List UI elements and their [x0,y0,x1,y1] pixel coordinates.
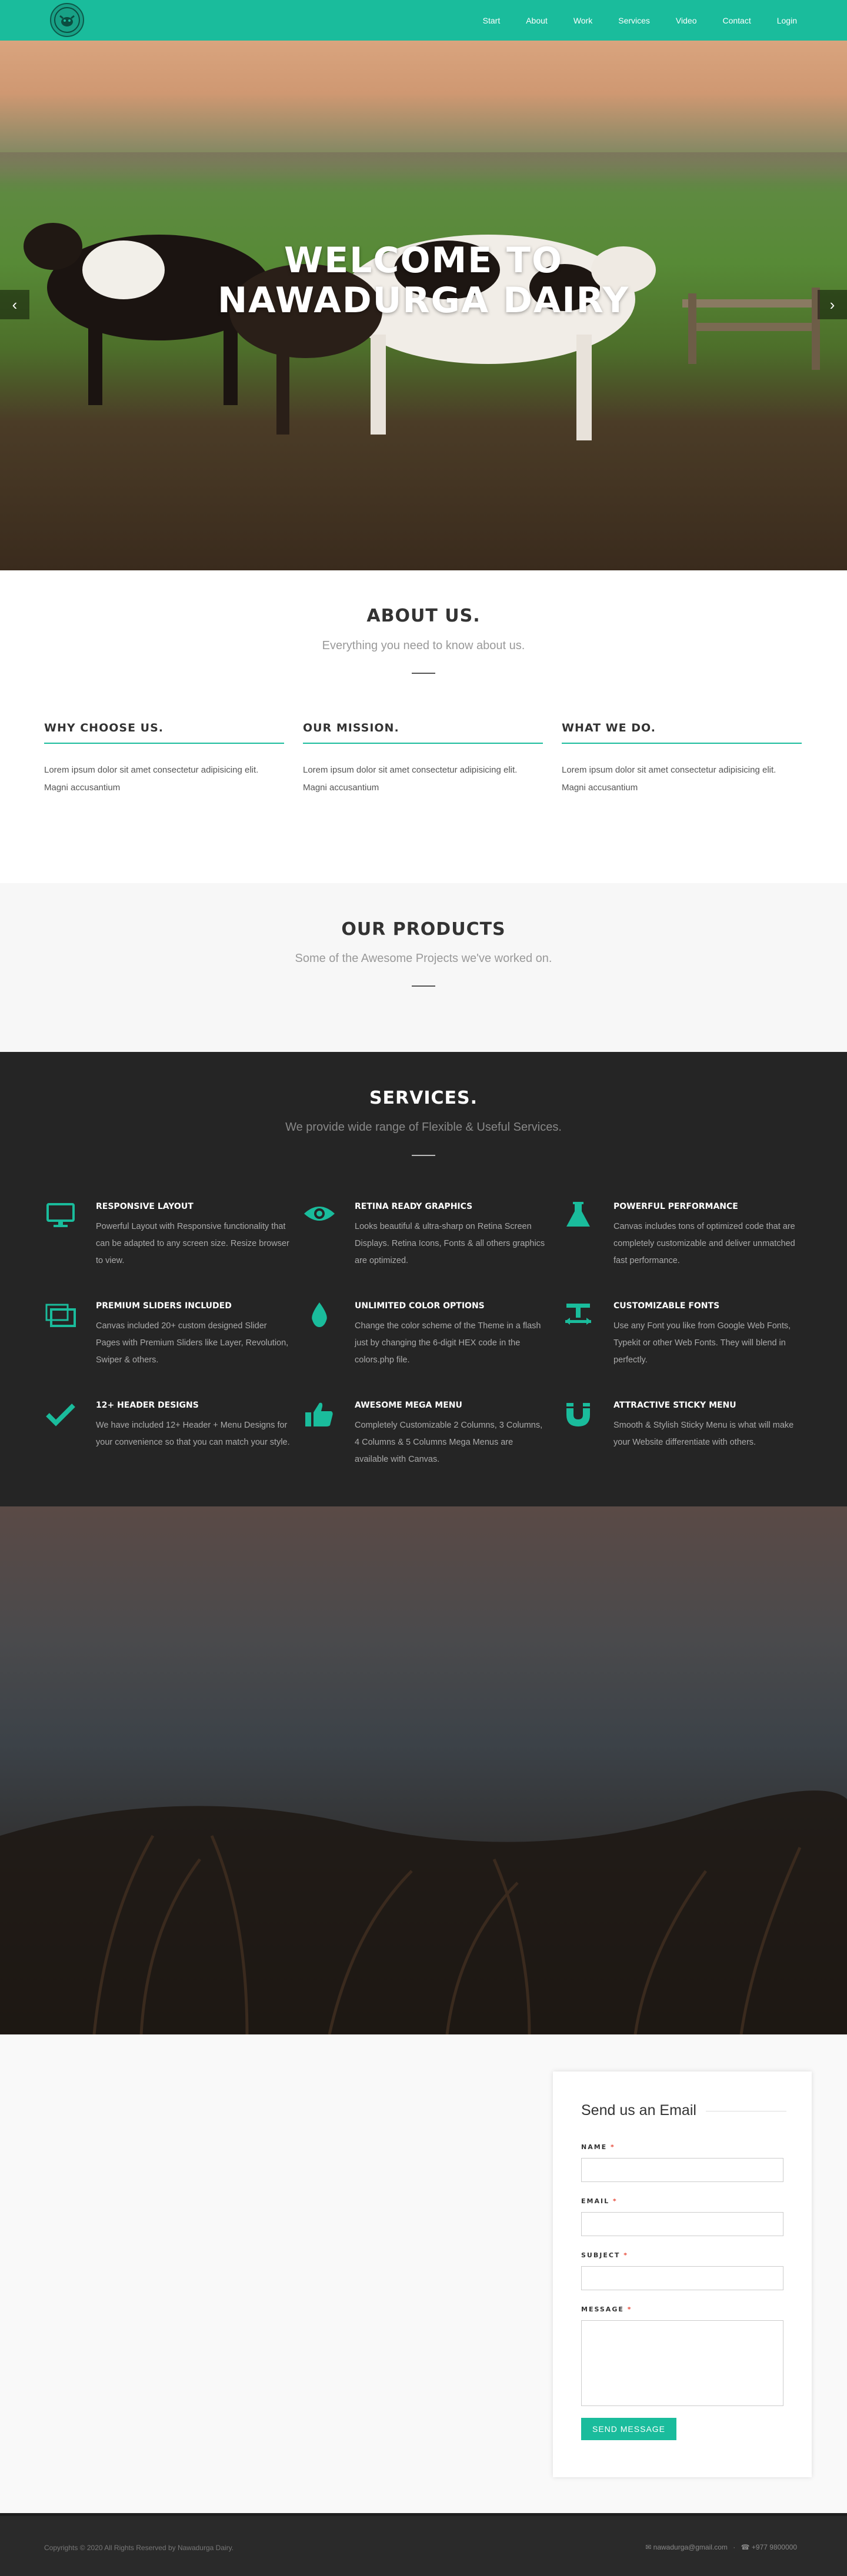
check-icon [46,1404,75,1426]
about-column-mission: OUR MISSION. Lorem ipsum dolor sit amet … [303,721,543,797]
about-divider [412,673,435,674]
slider-next-button[interactable]: › [818,290,847,319]
message-label: MESSAGE * [581,2306,632,2313]
about-column-title: WHAT WE DO. [562,721,802,744]
chevron-right-icon: › [829,296,835,313]
service-title: ATTRACTIVE STICKY MENU [613,1401,736,1410]
email-label: EMAIL * [581,2197,618,2205]
send-message-button[interactable]: SEND MESSAGE [581,2418,676,2440]
service-text: Change the color scheme of the Theme in … [355,1321,541,1365]
service-title: RETINA READY GRAPHICS [355,1202,473,1211]
nav-login[interactable]: Login [777,16,797,25]
magnet-icon [566,1403,590,1426]
products-divider [412,985,435,987]
subject-field[interactable] [581,2266,783,2290]
nav-start[interactable]: Start [483,16,501,25]
about-subtitle: Everything you need to know about us. [322,639,525,652]
top-navbar: Start About Work Services Video Contact … [0,0,847,41]
services-divider [412,1155,435,1156]
hero-heading-line2: NAWADURGA DAIRY [217,280,630,321]
services-title: SERVICES. [369,1088,478,1108]
envelope-icon: ✉ [645,2543,652,2551]
service-title: 12+ HEADER DESIGNS [96,1401,199,1410]
nav-video[interactable]: Video [676,16,697,25]
stack-icon [45,1304,76,1327]
nav-work[interactable]: Work [573,16,592,25]
products-section: OUR PRODUCTS Some of the Awesome Project… [0,883,847,1052]
footer-contact: ✉ nawadurga@gmail.com · ☎ +977 9800000 [645,2543,797,2551]
service-title: CUSTOMIZABLE FONTS [613,1301,720,1311]
contact-form-card: Send us an Email NAME * EMAIL * SUBJECT … [553,2072,812,2477]
about-column-text: Lorem ipsum dolor sit amet consectetur a… [44,765,259,793]
about-column-what: WHAT WE DO. Lorem ipsum dolor sit amet c… [562,721,802,797]
services-section: SERVICES. We provide wide range of Flexi… [0,1052,847,1506]
drop-icon [312,1302,327,1327]
nav-about[interactable]: About [526,16,548,25]
monitor-icon [46,1203,75,1227]
products-subtitle: Some of the Awesome Projects we've worke… [295,952,552,965]
chevron-left-icon: ‹ [12,296,18,313]
contact-form-title: Send us an Email [581,2102,696,2119]
text-size-icon [565,1304,591,1325]
footer-phone: +977 9800000 [751,2543,797,2551]
services-subtitle: We provide wide range of Flexible & Usef… [285,1121,562,1134]
service-title: RESPONSIVE LAYOUT [96,1202,194,1211]
hero-heading-line1: WELCOME TO [284,240,563,281]
service-text: Canvas included 20+ custom designed Slid… [96,1321,289,1365]
nav-services[interactable]: Services [618,16,650,25]
service-title: POWERFUL PERFORMANCE [613,1202,738,1211]
thumbs-up-icon [305,1402,333,1426]
flask-icon [566,1202,590,1227]
service-text: Use any Font you like from Google Web Fo… [613,1321,791,1365]
products-title: OUR PRODUCTS [341,919,506,940]
about-column-title: OUR MISSION. [303,721,543,744]
service-text: Canvas includes tons of optimized code t… [613,1222,795,1265]
subject-label: SUBJECT * [581,2251,629,2259]
service-text: We have included 12+ Header + Menu Desig… [96,1421,290,1447]
footer-email[interactable]: nawadurga@gmail.com [653,2543,728,2551]
parallax-grass-image [0,1506,847,2034]
service-text: Completely Customizable 2 Columns, 3 Col… [355,1421,543,1464]
slider-prev-button[interactable]: ‹ [0,290,29,319]
hero-heading: WELCOME TO NAWADURGA DAIRY [0,240,847,320]
service-title: AWESOME MEGA MENU [355,1401,462,1410]
headphones-icon: ☎ [741,2543,750,2551]
name-label: NAME * [581,2143,615,2151]
about-title: ABOUT US. [366,606,481,626]
nav-contact[interactable]: Contact [722,16,751,25]
service-text: Powerful Layout with Responsive function… [96,1222,289,1265]
dairy-logo[interactable] [50,3,84,37]
footer: Copyrights © 2020 All Rights Reserved by… [0,2513,847,2576]
service-title: UNLIMITED COLOR OPTIONS [355,1301,485,1311]
about-column-text: Lorem ipsum dolor sit amet consectetur a… [562,765,776,793]
service-text: Looks beautiful & ultra-sharp on Retina … [355,1222,545,1265]
eye-icon [304,1207,335,1221]
service-title: PREMIUM SLIDERS INCLUDED [96,1301,232,1311]
about-column-text: Lorem ipsum dolor sit amet consectetur a… [303,765,518,793]
message-textarea[interactable] [581,2320,783,2406]
main-nav: Start About Work Services Video Contact … [457,0,797,41]
email-field[interactable] [581,2212,783,2236]
service-text: Smooth & Stylish Sticky Menu is what wil… [613,1421,794,1447]
footer-copyright: Copyrights © 2020 All Rights Reserved by… [44,2544,234,2552]
grass-silhouette [0,1790,847,2034]
footer-separator: · [733,2543,736,2551]
hero-slider: WELCOME TO NAWADURGA DAIRY ‹ › [0,41,847,570]
about-column-why: WHY CHOOSE US. Lorem ipsum dolor sit ame… [44,721,284,797]
about-column-title: WHY CHOOSE US. [44,721,284,744]
name-field[interactable] [581,2158,783,2182]
